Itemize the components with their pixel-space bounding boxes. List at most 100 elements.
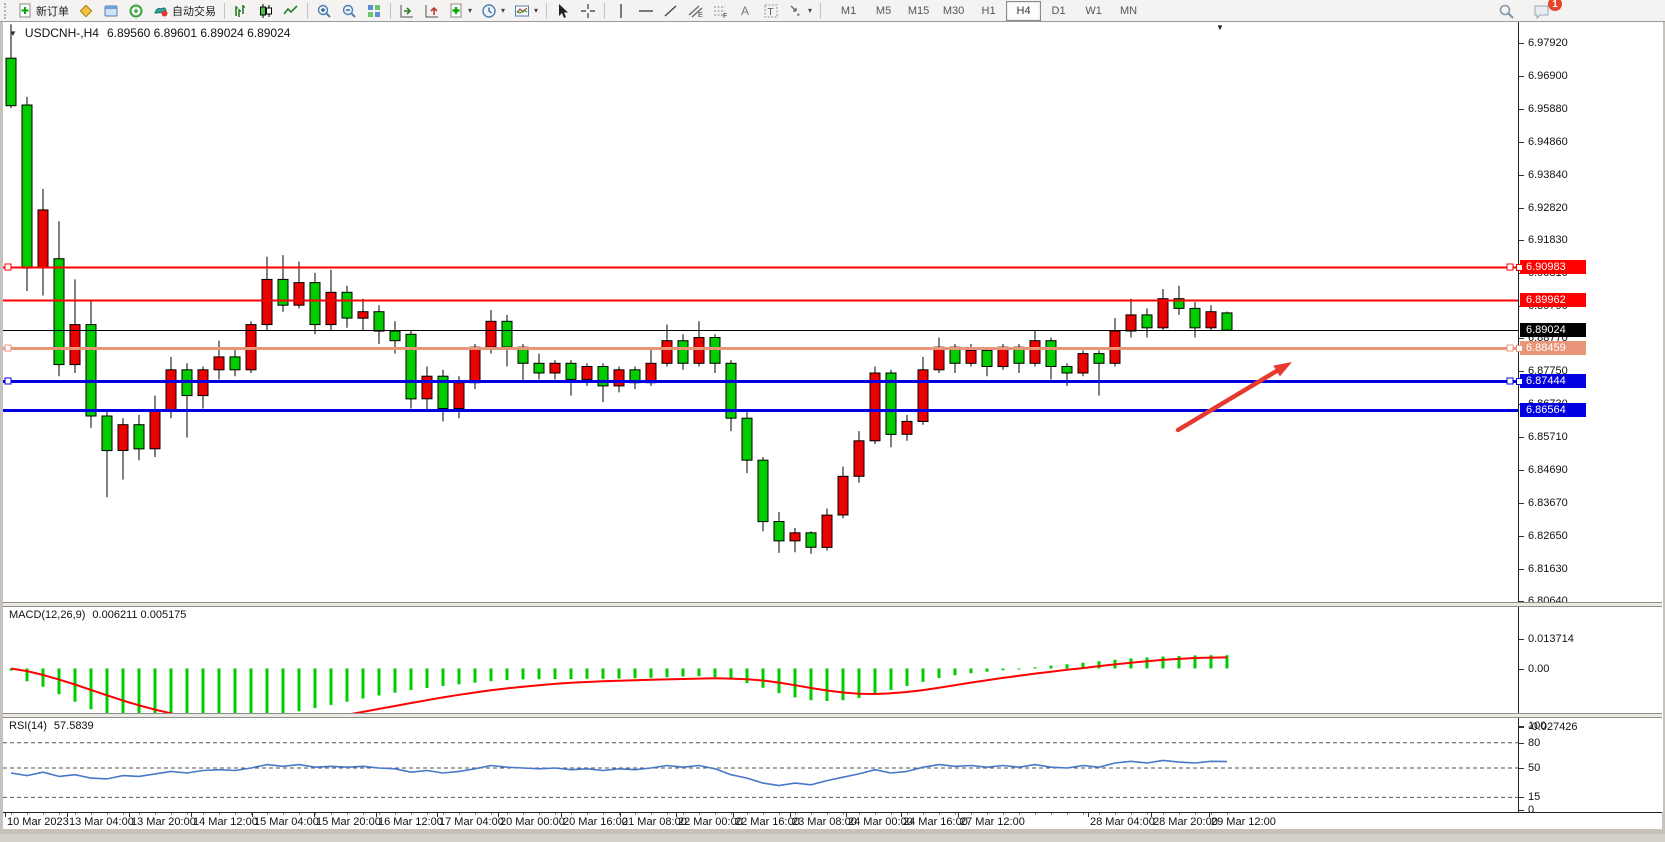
period-button-h1[interactable]: H1 (971, 1, 1006, 21)
price-tag-6.88459: 6.88459 (1520, 341, 1586, 355)
macd-bar (330, 669, 333, 705)
annotation-arrow[interactable] (1178, 369, 1280, 430)
zoom-in-button[interactable] (312, 1, 336, 21)
macd-bar (234, 669, 237, 714)
period-button-w1[interactable]: W1 (1076, 1, 1111, 21)
zoom-out-button[interactable] (337, 1, 361, 21)
templates-button[interactable]: ▾ (510, 1, 542, 21)
arrows-button[interactable]: ▾ (784, 1, 816, 21)
candle (1142, 315, 1152, 328)
navigator-button[interactable] (99, 1, 123, 21)
line-handle[interactable] (1507, 264, 1513, 270)
indicators-button[interactable]: ▾ (445, 1, 476, 21)
period-button-mn[interactable]: MN (1111, 1, 1146, 21)
trendline-button[interactable] (659, 1, 683, 21)
macd-bar (1162, 657, 1165, 669)
toolbar-grip[interactable] (4, 3, 11, 19)
horizontal-line-button[interactable] (634, 1, 658, 21)
axis-tick (1519, 208, 1524, 209)
price-axis[interactable]: 6.979206.969006.958806.948606.938406.928… (1518, 22, 1663, 812)
period-button-m15[interactable]: M15 (901, 1, 936, 21)
line-handle[interactable] (1516, 378, 1523, 385)
price-tag-6.90983: 6.90983 (1520, 260, 1586, 274)
tile-windows-button[interactable] (362, 1, 386, 21)
period-button-m1[interactable]: M1 (831, 1, 866, 21)
new-order-button[interactable]: 新订单 (14, 1, 73, 21)
candlestick-chart-button[interactable] (254, 1, 278, 21)
line-handle[interactable] (1516, 264, 1523, 271)
terminal-button[interactable] (124, 1, 148, 21)
auto-scroll-button[interactable] (395, 1, 419, 21)
period-button-d1[interactable]: D1 (1041, 1, 1076, 21)
candle (294, 283, 304, 306)
candle (6, 58, 16, 105)
rsi-canvas[interactable] (3, 718, 1518, 812)
crosshair-button[interactable] (576, 1, 600, 21)
bar-chart-icon (233, 3, 249, 19)
macd-canvas[interactable] (3, 607, 1518, 713)
bar-tick (1051, 813, 1052, 815)
fibonacci-button[interactable]: F (709, 1, 733, 21)
line-handle[interactable] (1507, 378, 1513, 384)
text-button[interactable]: A (734, 1, 758, 21)
chart-shift-button[interactable] (420, 1, 444, 21)
macd-signal-line[interactable] (11, 657, 1227, 713)
macd-bar (602, 669, 605, 679)
bar-tick (875, 813, 876, 815)
time-tick-label: 28 Mar 20:00 (1153, 816, 1218, 828)
search-button[interactable] (1494, 1, 1519, 21)
period-button-m30[interactable]: M30 (936, 1, 971, 21)
price-chart-canvas[interactable] (3, 22, 1518, 602)
panel-splitter[interactable] (3, 713, 1662, 718)
candle (678, 341, 688, 364)
candle (374, 312, 384, 331)
bar-tick (123, 813, 124, 815)
text-label-icon: T (763, 3, 779, 19)
time-tick (901, 813, 902, 817)
svg-text:A: A (741, 4, 749, 18)
line-chart-button[interactable] (279, 1, 303, 21)
rsi-line[interactable] (11, 760, 1227, 785)
line-handle[interactable] (1516, 345, 1523, 352)
candle (742, 418, 752, 460)
arrows-icon (788, 3, 804, 19)
macd-bar (778, 669, 781, 694)
rsi-tick-label: 15 (1528, 791, 1540, 803)
macd-bar (826, 669, 829, 702)
period-button-h4[interactable]: H4 (1006, 1, 1041, 21)
time-tick-label: 20 Mar 00:00 (500, 816, 565, 828)
bar-tick (27, 813, 28, 815)
bar-tick (1083, 813, 1084, 815)
line-handle[interactable] (5, 378, 11, 384)
bar-tick (1131, 813, 1132, 815)
text-label-button[interactable]: T (759, 1, 783, 21)
symbol-dropdown-icon[interactable]: ▼ (9, 29, 17, 38)
macd-bar (58, 669, 61, 695)
macd-bar (682, 669, 685, 677)
notifications-button[interactable]: 1 (1529, 1, 1555, 21)
line-handle[interactable] (1507, 345, 1513, 351)
annotation-arrow-head[interactable] (1273, 362, 1292, 376)
equidistant-channel-button[interactable]: E (684, 1, 708, 21)
chart-shift-marker-icon[interactable]: ▼ (1216, 23, 1224, 32)
timeframes-button[interactable]: ▾ (477, 1, 509, 21)
price-tag-6.89962: 6.89962 (1520, 293, 1586, 307)
panel-splitter[interactable] (3, 602, 1662, 607)
macd-bar (762, 669, 765, 688)
bar-tick (1115, 813, 1116, 815)
separator (390, 3, 391, 19)
price-tick-label: 6.84690 (1528, 464, 1568, 476)
time-axis[interactable]: 10 Mar 202313 Mar 04:0013 Mar 20:0014 Ma… (3, 812, 1662, 829)
candle (918, 370, 928, 422)
bar-chart-button[interactable] (229, 1, 253, 21)
market-watch-button[interactable] (74, 1, 98, 21)
line-handle[interactable] (5, 264, 11, 270)
macd-bar (442, 669, 445, 687)
vertical-line-button[interactable] (609, 1, 633, 21)
period-button-m5[interactable]: M5 (866, 1, 901, 21)
line-handle[interactable] (5, 345, 11, 351)
auto-trading-button[interactable]: 自动交易 (149, 1, 220, 21)
axis-tick (1519, 503, 1524, 504)
rsi-value: 57.5839 (54, 720, 94, 732)
cursor-button[interactable] (551, 1, 575, 21)
